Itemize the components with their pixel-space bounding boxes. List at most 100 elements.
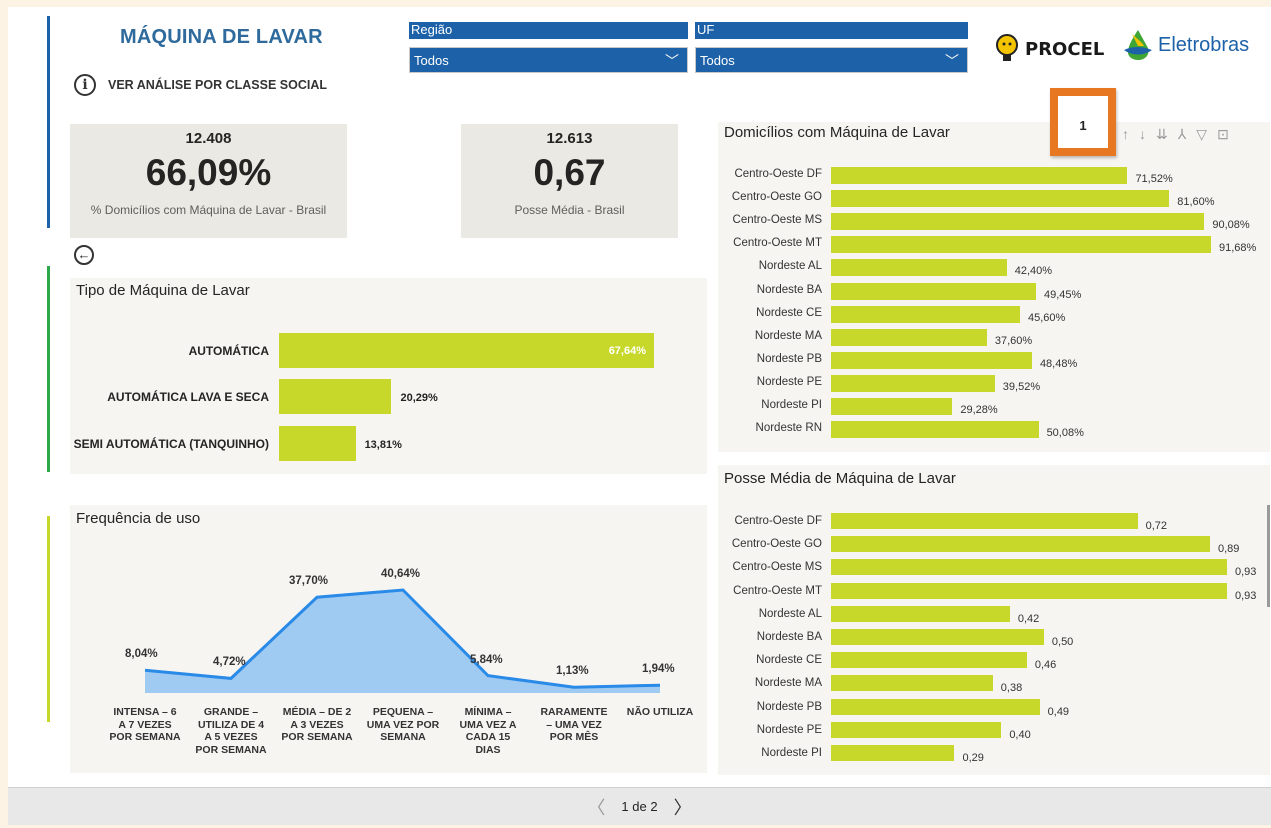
expand-hierarchy-icon[interactable]: ⅄ xyxy=(1178,126,1187,143)
domicilios-category-label: Nordeste AL xyxy=(758,260,822,273)
domicilios-bar xyxy=(831,190,1170,208)
next-page-icon[interactable]: 〉 xyxy=(674,794,692,820)
posse-value-label: 0,72 xyxy=(1145,520,1167,532)
domicilios-category-label: Nordeste CE xyxy=(756,306,822,319)
posse-bar xyxy=(831,675,993,692)
frequencia-category-line: POR SEMANA xyxy=(281,731,353,743)
domicilios-category-label: Nordeste MA xyxy=(754,329,822,342)
filter-icon[interactable]: ▽ xyxy=(1196,126,1207,143)
frequencia-category-line: INTENSA – 6 xyxy=(113,706,177,718)
frequencia-value-label: 37,70% xyxy=(289,575,329,588)
posse-bar xyxy=(831,582,1227,599)
frequencia-category-line: CADA 15 xyxy=(465,731,511,743)
posse-category-label: Nordeste PB xyxy=(756,700,822,713)
posse-bar xyxy=(831,721,1002,738)
posse-value-label: 0,46 xyxy=(1034,659,1057,672)
eletrobras-drop-icon xyxy=(1124,30,1152,60)
frequencia-category-label: MÍNIMA – UMA VEZ A CADA 15 DIAS xyxy=(445,706,531,756)
frequencia-value-label: 1,94% xyxy=(642,663,675,676)
card-domicilios-brasil: 12.408 66,09% % Domicílios com Máquina d… xyxy=(70,124,347,238)
frequencia-category-line: – UMA VEZ xyxy=(546,718,602,731)
frequencia-category-line: NÃO UTILIZA xyxy=(626,706,694,718)
domicilios-bar xyxy=(831,328,987,346)
focus-mode-icon[interactable]: ⊡ xyxy=(1217,126,1229,143)
frequencia-value-label: 1,13% xyxy=(556,665,589,678)
frequencia-value-label: 8,04% xyxy=(125,648,158,661)
frequencia-category-line: A 5 VEZES xyxy=(204,731,258,743)
domicilios-bar xyxy=(831,282,1036,300)
card-main-value: 66,09% xyxy=(145,152,272,193)
domicilios-category-label: Centro-Oeste DF xyxy=(734,168,822,180)
domicilios-bar xyxy=(831,305,1020,323)
visual-toolbar: ↑ ↓ ⇊ ⅄ ▽ ⊡ xyxy=(1122,126,1229,143)
posse-category-label: Centro-Oeste GO xyxy=(731,538,822,551)
frequencia-category-line: POR SEMANA xyxy=(195,743,267,756)
domicilios-bar xyxy=(831,167,1128,184)
frequencia-value-label: 40,64% xyxy=(381,568,421,580)
chevron-down-icon[interactable]: ﹀ xyxy=(665,48,679,74)
frequencia-category-label: GRANDE – UTILIZA DE 4A 5 VEZES POR SEMANA xyxy=(188,706,274,756)
procel-logo: PROCEL xyxy=(995,34,1104,64)
procel-bulb-icon xyxy=(996,34,1018,61)
tipo-bar xyxy=(279,426,356,461)
slicer-regiao-dropdown[interactable]: Todos ﹀ xyxy=(409,47,688,73)
frequencia-category-line: A 7 VEZES xyxy=(118,718,172,731)
frequencia-category-line: POR SEMANA xyxy=(109,731,181,743)
drill-down-icon[interactable]: ⇊ xyxy=(1156,126,1168,143)
card-posse-brasil: 12.613 0,67 Posse Média - Brasil xyxy=(461,124,678,238)
posse-bar xyxy=(831,559,1227,576)
frequencia-category-label: MÉDIA – DE 2A 3 VEZES POR SEMANA xyxy=(274,706,360,744)
chevron-down-icon[interactable]: ﹀ xyxy=(945,48,959,74)
frequencia-category-line: A 3 VEZES xyxy=(290,718,344,731)
info-link-label[interactable]: VER ANÁLISE POR CLASSE SOCIAL xyxy=(108,78,327,92)
tipo-value-label: 67,64% xyxy=(608,345,646,357)
frequencia-category-line: PEQUENA – xyxy=(372,706,434,718)
info-link[interactable]: i VER ANÁLISE POR CLASSE SOCIAL xyxy=(74,74,327,96)
frequencia-category-label: RARAMENTE – UMA VEZ POR MÊS xyxy=(531,706,617,744)
domicilios-category-label: Nordeste PB xyxy=(756,352,822,365)
sort-down-icon[interactable]: ↓ xyxy=(1139,126,1146,143)
card-label: % Domicílios com Máquina de Lavar - Bras… xyxy=(90,203,327,217)
slicer-uf-dropdown[interactable]: Todos ﹀ xyxy=(695,47,968,73)
frequencia-category-line: UMA VEZ A xyxy=(459,718,517,731)
posse-category-label: Nordeste MA xyxy=(754,677,822,690)
domicilios-value-label: 50,08% xyxy=(1046,427,1084,440)
eletrobras-logo: Eletrobras xyxy=(1122,28,1249,62)
tipo-value-label: 20,29% xyxy=(400,392,438,404)
card-top-value: 12.408 xyxy=(185,130,232,147)
info-icon[interactable]: i xyxy=(74,74,96,96)
sort-up-icon[interactable]: ↑ xyxy=(1122,126,1129,143)
scrollbar[interactable] xyxy=(1267,505,1270,607)
domicilios-bar xyxy=(831,398,953,415)
posse-bar xyxy=(831,629,1044,645)
back-arrow-icon[interactable]: ← xyxy=(74,245,94,265)
card-label: Posse Média - Brasil xyxy=(514,203,625,217)
posse-category-label: Nordeste CE xyxy=(756,654,822,667)
posse-category-label: Centro-Oeste MS xyxy=(732,561,822,574)
frequencia-category-line: MÉDIA – DE 2 xyxy=(282,706,352,718)
domicilios-value-label: 90,08% xyxy=(1212,219,1250,232)
posse-category-label: Nordeste AL xyxy=(758,607,822,620)
frequencia-category-line: MÍNIMA – xyxy=(464,706,512,718)
posse-category-label: Nordeste BA xyxy=(756,631,822,643)
domicilios-bar xyxy=(831,259,1007,277)
domicilios-bar xyxy=(831,236,1211,254)
accent-line-blue xyxy=(47,16,50,228)
procel-logo-text: PROCEL xyxy=(1025,38,1105,60)
accent-line-lime xyxy=(47,516,50,722)
posse-category-label: Centro-Oeste MT xyxy=(733,584,822,597)
frequencia-value-label: 4,72% xyxy=(213,656,246,669)
eletrobras-logo-text: Eletrobras xyxy=(1158,33,1250,56)
posse-value-label: 0,42 xyxy=(1017,612,1040,625)
tipo-value-label: 13,81% xyxy=(364,439,402,451)
posse-bar xyxy=(831,745,955,761)
domicilios-category-label: Centro-Oeste MS xyxy=(732,214,822,227)
frequencia-category-line: DIAS xyxy=(475,743,501,756)
domicilios-category-label: Nordeste BA xyxy=(756,283,822,296)
posse-category-label: Nordeste PE xyxy=(756,723,822,736)
prev-page-icon[interactable]: 〈 xyxy=(587,794,605,820)
domicilios-bar xyxy=(831,213,1205,231)
frequencia-category-line: UTILIZA DE 4 xyxy=(197,718,265,731)
posse-value-label: 0,49 xyxy=(1047,705,1070,718)
posse-value-label: 0,93 xyxy=(1235,566,1257,579)
